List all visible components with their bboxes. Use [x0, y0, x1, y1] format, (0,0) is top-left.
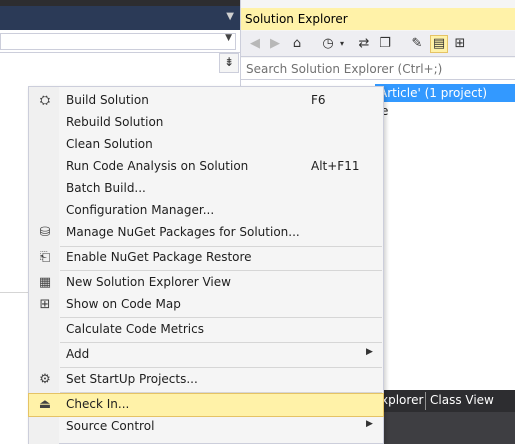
tab-divider — [425, 392, 426, 410]
menu-item-label: Add — [66, 347, 90, 361]
menu-item-show-on-code-map[interactable]: ⊞ Show on Code Map — [29, 294, 383, 316]
menu-item-set-startup-projects[interactable]: ⚙ Set StartUp Projects... — [29, 369, 383, 391]
gear-icon: ⚙ — [39, 372, 51, 387]
menu-item-configuration-manager[interactable]: Configuration Manager... — [29, 200, 383, 222]
menu-item-label: Configuration Manager... — [66, 203, 215, 217]
menu-item-build-solution[interactable]: ⛭ Build Solution F6 — [29, 90, 383, 112]
collapse-all-icon[interactable]: ❐ — [376, 35, 394, 53]
menu-item-label: Calculate Code Metrics — [66, 322, 204, 336]
menu-item-label: New Solution Explorer View — [66, 275, 231, 289]
forward-icon[interactable]: ▶ — [266, 35, 284, 53]
menu-item-enable-package-restore[interactable]: ⎗ Enable NuGet Package Restore — [29, 247, 383, 269]
properties-wrench-icon[interactable]: ✎ — [408, 35, 426, 53]
menu-item-label: Manage NuGet Packages for Solution... — [66, 225, 300, 239]
menu-item-label: Run Code Analysis on Solution — [66, 159, 249, 173]
menu-item-add[interactable]: Add ▶ — [29, 344, 383, 366]
menu-separator — [60, 317, 382, 318]
nuget-icon: ⛁ — [39, 225, 51, 240]
split-window-icon[interactable]: ⇟ — [219, 53, 239, 73]
menu-item-label: Clean Solution — [66, 137, 153, 151]
menu-item-check-in[interactable]: ⏏ Check In... — [28, 393, 384, 417]
solution-explorer-search-input[interactable]: Search Solution Explorer (Ctrl+;) — [241, 58, 515, 80]
tree-row-solution[interactable]: Article' (1 project) — [375, 84, 515, 102]
solution-explorer-toolbar: ◀ ▶ ⌂ ◷ ▾ ⇄ ❐ ✎ ▤ ⊞ — [241, 31, 515, 57]
build-icon: ⛭ — [39, 93, 51, 108]
tab-class-view[interactable]: Class View — [430, 393, 494, 407]
menu-item-label: Source Control — [66, 419, 155, 433]
chevron-down-icon: ▼ — [225, 33, 232, 43]
menu-item-source-control[interactable]: Source Control ▶ — [29, 416, 383, 438]
package-restore-icon: ⎗ — [39, 250, 51, 265]
menu-item-batch-build[interactable]: Batch Build... — [29, 178, 383, 200]
submenu-arrow-icon: ▶ — [366, 347, 373, 357]
tab-list-dropdown-icon[interactable]: ▼ — [226, 11, 234, 22]
menu-separator — [60, 392, 382, 393]
menu-separator — [60, 367, 382, 368]
code-map-icon: ⊞ — [39, 297, 51, 312]
menu-item-label: Enable NuGet Package Restore — [66, 250, 252, 264]
code-map-icon[interactable]: ⊞ — [451, 35, 469, 53]
editor-divider — [0, 292, 30, 293]
sync-icon[interactable]: ⇄ — [355, 35, 373, 53]
check-in-icon: ⏏ — [38, 397, 52, 412]
menu-item-shortcut: Alt+F11 — [311, 159, 360, 173]
document-tab-strip: ▼ — [0, 6, 240, 30]
menu-item-manage-nuget[interactable]: ⛁ Manage NuGet Packages for Solution... — [29, 222, 383, 244]
home-icon[interactable]: ⌂ — [288, 35, 306, 53]
menu-item-clean-solution[interactable]: Clean Solution — [29, 134, 383, 156]
new-view-icon: ▦ — [38, 275, 52, 290]
menu-item-label: Set StartUp Projects... — [66, 372, 198, 386]
navigation-dropdown[interactable]: ▼ — [0, 33, 236, 50]
tab-solution-explorer[interactable]: xplorer — [381, 393, 423, 407]
menu-item-new-solution-explorer-view[interactable]: ▦ New Solution Explorer View — [29, 272, 383, 294]
menu-item-shortcut: F6 — [311, 93, 326, 107]
solution-explorer-title: Solution Explorer — [241, 8, 515, 30]
menu-item-label: Rebuild Solution — [66, 115, 164, 129]
menu-item-label: Check In... — [66, 397, 130, 411]
show-all-files-icon[interactable]: ▤ — [430, 35, 448, 53]
menu-item-run-code-analysis[interactable]: Run Code Analysis on Solution Alt+F11 — [29, 156, 383, 178]
menu-item-label: Batch Build... — [66, 181, 146, 195]
menu-item-label: Show on Code Map — [66, 297, 181, 311]
back-icon[interactable]: ◀ — [246, 35, 264, 53]
menu-item-label: Build Solution — [66, 93, 149, 107]
menu-separator — [60, 342, 382, 343]
history-dropdown-icon[interactable]: ▾ — [333, 35, 351, 53]
menu-item-calculate-code-metrics[interactable]: Calculate Code Metrics — [29, 319, 383, 341]
menu-separator — [60, 270, 382, 271]
submenu-arrow-icon: ▶ — [366, 419, 373, 429]
menu-item-rebuild-solution[interactable]: Rebuild Solution — [29, 112, 383, 134]
